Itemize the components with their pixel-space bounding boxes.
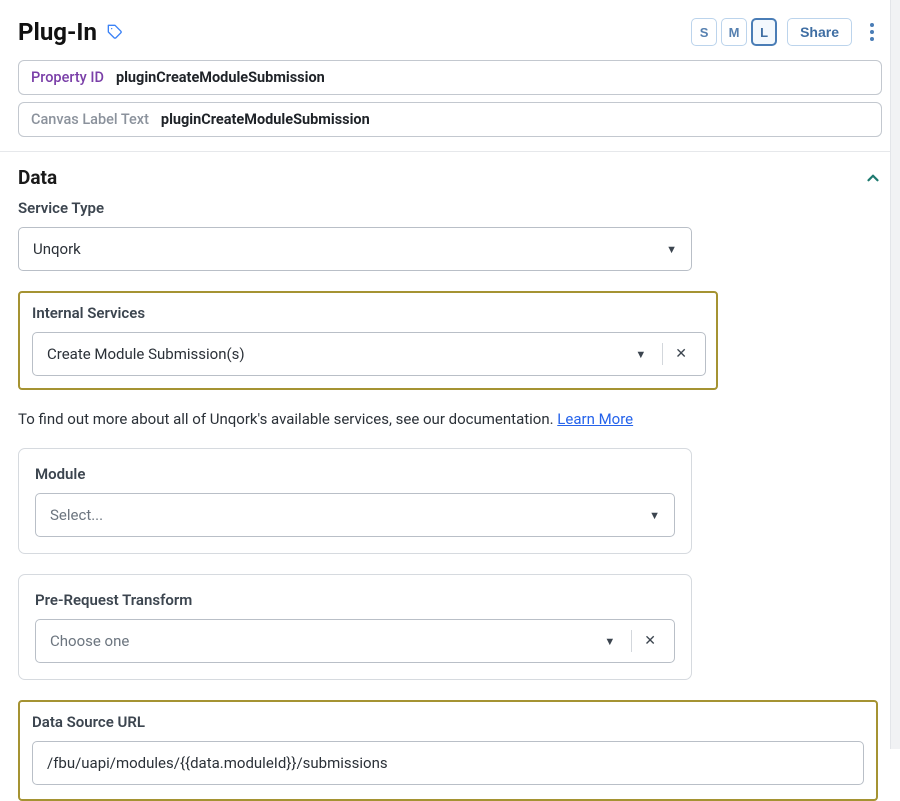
caret-down-icon: ▼: [666, 243, 677, 256]
data-source-url-input[interactable]: /fbu/uapi/modules/{{data.moduleId}}/subm…: [32, 741, 864, 785]
canvas-label-row[interactable]: Canvas Label Text pluginCreateModuleSubm…: [18, 102, 882, 137]
title-group: Plug-In: [18, 18, 123, 46]
pre-request-card: Pre-Request Transform Choose one ▼ ✕: [18, 574, 692, 680]
learn-more-link[interactable]: Learn More: [557, 410, 633, 428]
caret-down-icon[interactable]: ▼: [594, 635, 625, 648]
service-type-block: Service Type Unqork ▼: [18, 199, 882, 271]
data-section-header[interactable]: Data: [18, 152, 882, 199]
pre-request-placeholder: Choose one: [50, 632, 594, 650]
data-source-url-highlight: Data Source URL /fbu/uapi/modules/{{data…: [18, 700, 878, 801]
module-card: Module Select... ▼: [18, 448, 692, 554]
tag-icon[interactable]: [107, 24, 123, 40]
clear-icon[interactable]: ✕: [667, 346, 691, 362]
data-source-url-label: Data Source URL: [32, 713, 864, 731]
service-type-select[interactable]: Unqork ▼: [18, 227, 692, 271]
caret-down-icon[interactable]: ▼: [625, 348, 656, 361]
service-type-value: Unqork: [33, 240, 81, 258]
module-label: Module: [35, 465, 675, 483]
size-large-button[interactable]: L: [751, 18, 777, 46]
clear-icon[interactable]: ✕: [636, 633, 660, 649]
canvas-label-text-value: pluginCreateModuleSubmission: [161, 111, 370, 128]
chevron-up-icon[interactable]: [864, 169, 882, 187]
property-id-value: pluginCreateModuleSubmission: [116, 69, 325, 86]
canvas-label-text-label: Canvas Label Text: [31, 111, 149, 128]
module-select[interactable]: Select... ▼: [35, 493, 675, 537]
data-section-title: Data: [18, 166, 57, 189]
internal-services-label: Internal Services: [32, 304, 704, 322]
services-info-text: To find out more about all of Unqork's a…: [18, 410, 882, 428]
size-small-button[interactable]: S: [691, 18, 717, 46]
share-button[interactable]: Share: [787, 18, 852, 46]
internal-services-highlight: Internal Services Create Module Submissi…: [18, 291, 718, 390]
pre-request-select[interactable]: Choose one ▼ ✕: [35, 619, 675, 663]
header-actions: S M L Share: [691, 18, 882, 46]
property-id-label: Property ID: [31, 69, 104, 86]
more-menu-button[interactable]: [862, 18, 882, 46]
header-bar: Plug-In S M L Share: [18, 18, 882, 46]
caret-down-icon: ▼: [649, 509, 660, 522]
right-scrollbar-gutter: [890, 0, 900, 749]
pre-request-label: Pre-Request Transform: [35, 591, 675, 609]
select-divider: [662, 343, 663, 365]
internal-services-select[interactable]: Create Module Submission(s) ▼ ✕: [32, 332, 706, 376]
internal-services-value: Create Module Submission(s): [47, 345, 625, 363]
module-placeholder: Select...: [50, 506, 103, 524]
data-source-url-value: /fbu/uapi/modules/{{data.moduleId}}/subm…: [47, 754, 388, 772]
property-id-row[interactable]: Property ID pluginCreateModuleSubmission: [18, 60, 882, 95]
service-type-label: Service Type: [18, 199, 882, 217]
size-toggle-group: S M L: [691, 18, 777, 46]
select-divider: [631, 630, 632, 652]
page-title: Plug-In: [18, 18, 97, 46]
size-medium-button[interactable]: M: [721, 18, 747, 46]
